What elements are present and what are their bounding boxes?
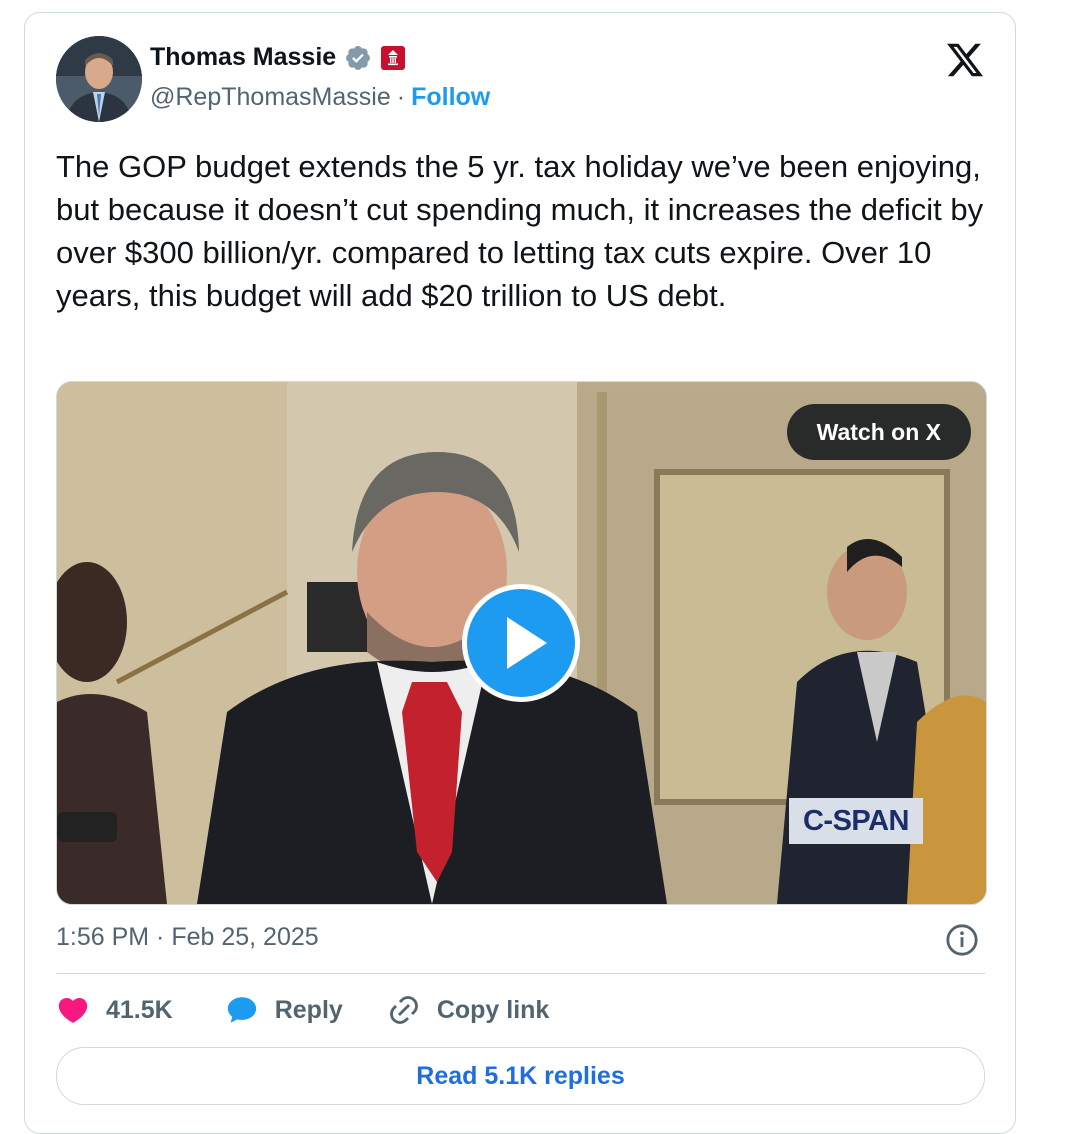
reply-bubble-icon <box>227 997 256 1023</box>
tweet-card: Thomas Massie @RepThomasMassie · Follow … <box>24 12 1016 1134</box>
info-icon[interactable] <box>945 923 979 957</box>
author-name[interactable]: Thomas Massie <box>150 43 336 72</box>
network-logo: C-SPAN <box>789 798 923 844</box>
heart-icon <box>58 997 88 1023</box>
avatar[interactable] <box>56 36 142 122</box>
reply-button[interactable]: Reply <box>225 993 343 1027</box>
reply-label: Reply <box>274 995 343 1024</box>
copy-link-button[interactable]: Copy link <box>387 993 550 1027</box>
read-replies-button[interactable]: Read 5.1K replies <box>56 1047 985 1105</box>
link-icon <box>389 996 418 1024</box>
tweet-text: The GOP budget extends the 5 yr. tax hol… <box>56 149 984 313</box>
separator-dot: · <box>396 83 406 111</box>
tweet-timestamp[interactable]: 1:56 PM · Feb 25, 2025 <box>56 923 319 952</box>
like-count: 41.5K <box>106 995 173 1024</box>
x-logo-icon[interactable] <box>945 40 985 80</box>
house-seal-icon <box>381 45 406 70</box>
author-row: Thomas Massie <box>150 43 406 72</box>
video-player[interactable]: Watch on X C-SPAN <box>56 381 987 905</box>
follow-button[interactable]: Follow <box>411 83 490 112</box>
watch-on-x-button[interactable]: Watch on X <box>786 404 971 460</box>
like-button[interactable]: 41.5K <box>56 993 173 1027</box>
handle-row: @RepThomasMassie · Follow <box>150 83 490 112</box>
play-icon <box>507 617 547 669</box>
verified-badge-icon <box>346 45 371 70</box>
divider <box>56 973 985 974</box>
avatar-image <box>56 36 142 122</box>
action-bar: 41.5K Reply Copy link <box>56 993 549 1027</box>
play-button[interactable] <box>462 584 580 702</box>
author-handle[interactable]: @RepThomasMassie <box>150 83 391 112</box>
copy-link-label: Copy link <box>436 995 550 1024</box>
